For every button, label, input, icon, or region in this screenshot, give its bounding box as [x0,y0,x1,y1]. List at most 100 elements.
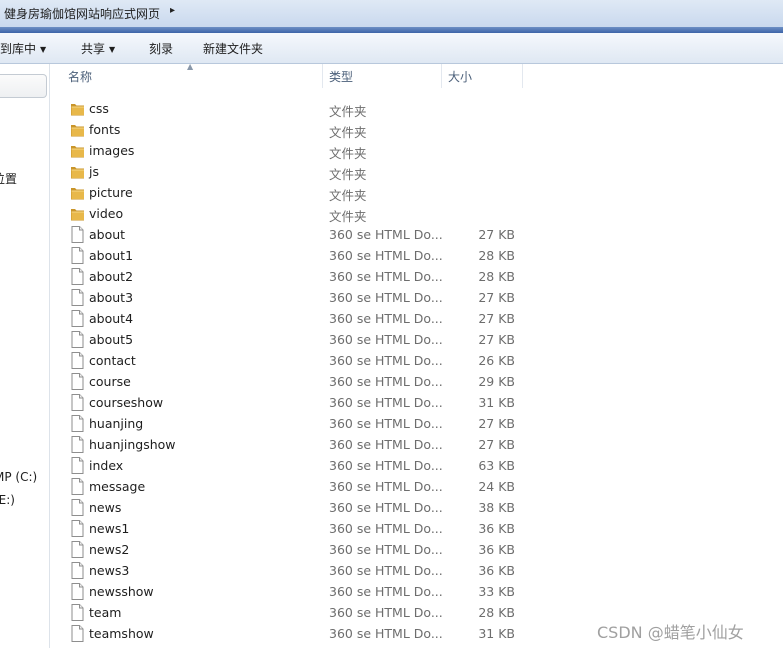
folder-icon [70,163,85,180]
file-row[interactable]: huanjing 360 se HTML Do... 27 KB [60,413,783,434]
file-name: huanjingshow [89,437,176,452]
file-name: images [89,143,135,158]
chevron-right-icon[interactable]: ▸ [170,5,175,16]
share-button[interactable]: 共享 ▼ [81,40,115,57]
file-size: 27 KB [478,416,515,431]
new-folder-button[interactable]: 新建文件夹 [203,40,263,57]
html-file-icon [70,394,85,411]
html-file-icon [70,289,85,306]
file-size: 28 KB [478,605,515,620]
html-file-icon [70,373,85,390]
file-name: message [89,479,146,494]
file-size: 33 KB [478,584,515,599]
file-row[interactable]: about1 360 se HTML Do... 28 KB [60,245,783,266]
include-in-library-button[interactable]: 到库中 ▼ [0,40,46,57]
file-name: js [89,164,99,179]
file-name: newsshow [89,584,154,599]
folder-icon [70,205,85,222]
file-row[interactable]: fonts 文件夹 [60,119,783,140]
file-row[interactable]: images 文件夹 [60,140,783,161]
file-name: huanjing [89,416,144,431]
nav-item-recent-places[interactable]: 位置 [0,170,48,187]
file-type: 文件夹 [329,125,367,140]
file-row[interactable]: css 文件夹 [60,98,783,119]
file-size: 26 KB [478,353,515,368]
file-row[interactable]: news 360 se HTML Do... 38 KB [60,497,783,518]
file-name: course [89,374,131,389]
file-size: 28 KB [478,269,515,284]
file-row[interactable]: news1 360 se HTML Do... 36 KB [60,518,783,539]
html-file-icon [70,331,85,348]
file-name: picture [89,185,133,200]
file-row[interactable]: about3 360 se HTML Do... 27 KB [60,287,783,308]
address-bar[interactable]: 健身房瑜伽馆网站响应式网页 ▸ [0,0,783,28]
file-row[interactable]: video 文件夹 [60,203,783,224]
file-name: video [89,206,124,221]
file-size: 27 KB [478,227,515,242]
file-row[interactable]: message 360 se HTML Do... 24 KB [60,476,783,497]
html-file-icon [70,310,85,327]
file-name: news3 [89,563,130,578]
file-size: 24 KB [478,479,515,494]
file-name: about1 [89,248,134,263]
file-size: 27 KB [478,311,515,326]
file-size: 27 KB [478,332,515,347]
html-file-icon [70,583,85,600]
file-size: 28 KB [478,248,515,263]
file-type: 文件夹 [329,209,367,224]
folder-icon [70,142,85,159]
file-name: index [89,458,124,473]
file-row[interactable]: picture 文件夹 [60,182,783,203]
watermark: CSDN @蜡笔小仙女 [597,623,744,642]
file-row[interactable]: news3 360 se HTML Do... 36 KB [60,560,783,581]
nav-item-drive-e[interactable]: (E:) [0,493,48,507]
html-file-icon [70,520,85,537]
file-row[interactable]: courseshow 360 se HTML Do... 31 KB [60,392,783,413]
nav-collapsed-box[interactable] [0,74,47,98]
file-size: 29 KB [478,374,515,389]
html-file-icon [70,478,85,495]
html-file-icon [70,499,85,516]
column-header-size[interactable]: 大小 [442,64,523,88]
file-type: 文件夹 [329,188,367,203]
folder-icon [70,100,85,117]
file-row[interactable]: about 360 se HTML Do... 27 KB [60,224,783,245]
html-file-icon [70,625,85,642]
file-size: 36 KB [478,563,515,578]
file-row[interactable]: contact 360 se HTML Do... 26 KB [60,350,783,371]
file-row[interactable]: about4 360 se HTML Do... 27 KB [60,308,783,329]
file-size: 36 KB [478,542,515,557]
file-name: contact [89,353,136,368]
file-row[interactable]: huanjingshow 360 se HTML Do... 27 KB [60,434,783,455]
html-file-icon [70,604,85,621]
file-name: teamshow [89,626,154,641]
html-file-icon [70,247,85,264]
file-name: news2 [89,542,130,557]
file-row[interactable]: newsshow 360 se HTML Do... 33 KB [60,581,783,602]
column-header-type[interactable]: 类型 [323,64,442,88]
file-size: 27 KB [478,290,515,305]
file-name: about [89,227,126,242]
file-type: 文件夹 [329,146,367,161]
html-file-icon [70,415,85,432]
file-row[interactable]: js 文件夹 [60,161,783,182]
file-row[interactable]: about2 360 se HTML Do... 28 KB [60,266,783,287]
file-size: 36 KB [478,521,515,536]
file-type: 文件夹 [329,167,367,182]
file-name: css [89,101,109,116]
file-row[interactable]: about5 360 se HTML Do... 27 KB [60,329,783,350]
share-label: 共享 [81,42,106,56]
burn-button[interactable]: 刻录 [149,40,173,57]
nav-item-drive-c[interactable]: MP (C:) [0,470,48,484]
breadcrumb-current-folder[interactable]: 健身房瑜伽馆网站响应式网页 [4,5,160,22]
file-row[interactable]: index 360 se HTML Do... 63 KB [60,455,783,476]
command-bar: 到库中 ▼ 共享 ▼ 刻录 新建文件夹 [0,33,783,64]
file-name: about2 [89,269,134,284]
file-row[interactable]: course 360 se HTML Do... 29 KB [60,371,783,392]
navigation-pane[interactable]: 位置 MP (C:) (E:) [0,64,50,648]
file-list: css 文件夹 fonts 文件夹 images 文件夹 js 文件夹 picture 文件夹 vi… [60,98,783,644]
file-name: news1 [89,521,130,536]
file-name: team [89,605,122,620]
file-row[interactable]: news2 360 se HTML Do... 36 KB [60,539,783,560]
file-name: about4 [89,311,134,326]
